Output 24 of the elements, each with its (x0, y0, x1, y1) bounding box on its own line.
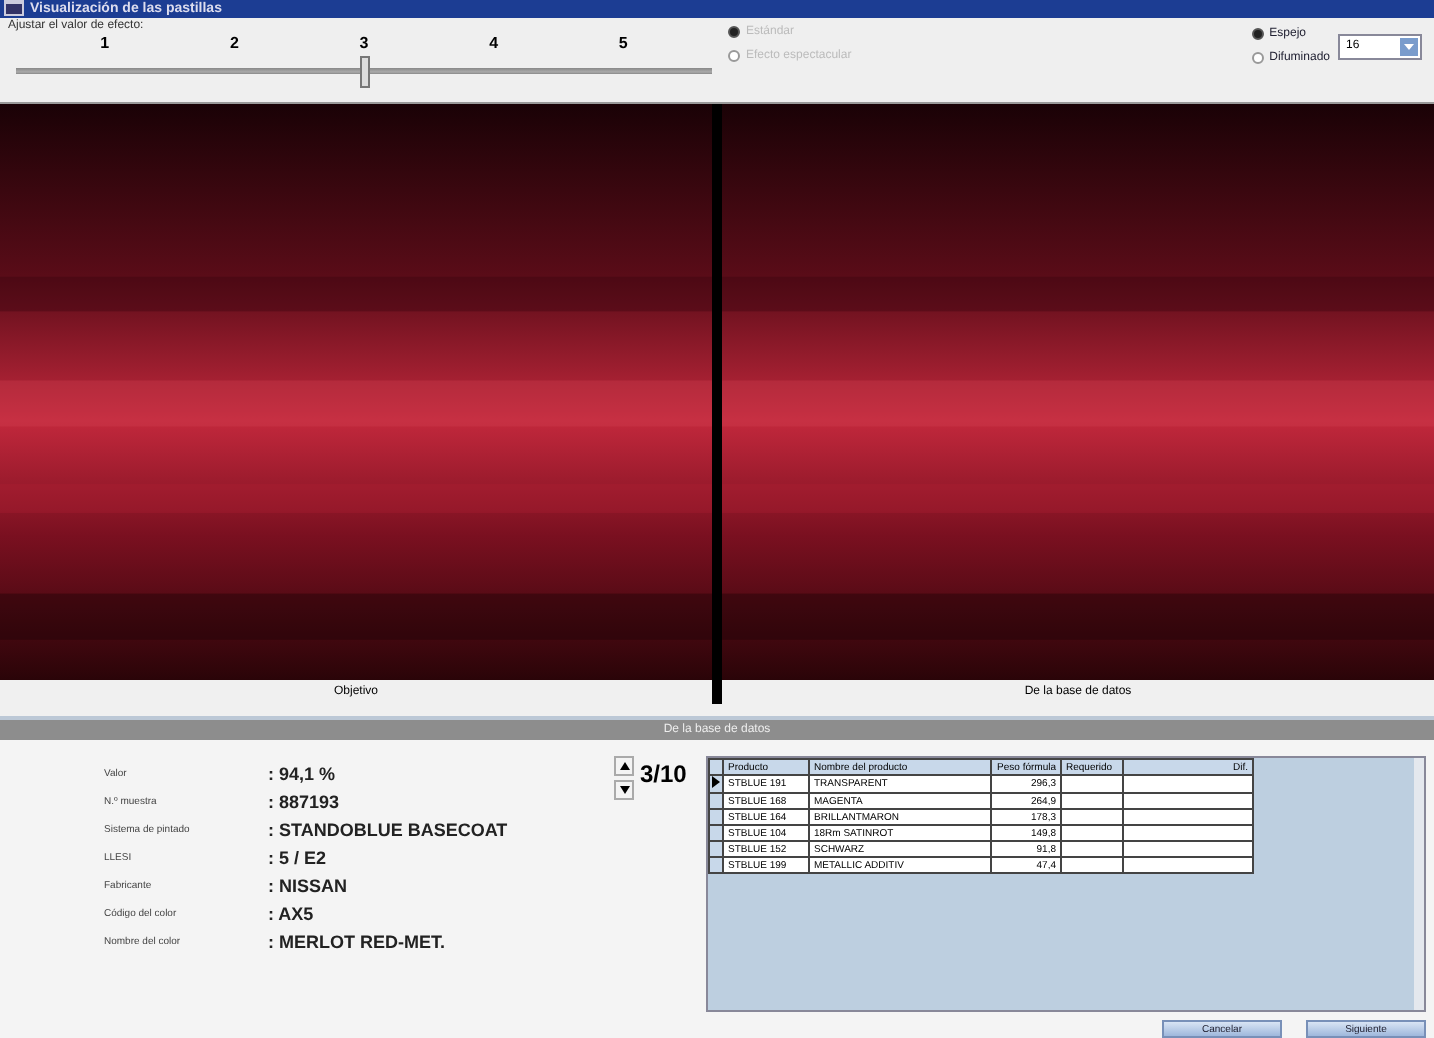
tick-label: 3 (359, 33, 369, 52)
field-value: : 94,1 % (268, 764, 336, 784)
next-button[interactable] (614, 780, 634, 800)
tick-label: 1 (100, 33, 110, 52)
field-value: : 887193 (268, 792, 340, 812)
field-value: : STANDOBLUE BASECOAT (268, 820, 508, 840)
page-counter: 3/10 (640, 760, 687, 792)
slider-thumb[interactable] (360, 55, 370, 88)
previous-button[interactable] (614, 756, 634, 776)
radio-button[interactable] (1251, 51, 1264, 64)
tick-label: 4 (489, 33, 499, 52)
tick-label: 2 (229, 33, 239, 52)
field-value: : AX5 (268, 904, 314, 924)
dropdown-icon (1400, 37, 1418, 56)
radio-button[interactable] (1251, 27, 1264, 40)
row-pointer-icon (712, 776, 720, 788)
up-icon (619, 762, 629, 770)
app-icon (4, 0, 24, 17)
field-value: : MERLOT RED-MET. (268, 932, 445, 952)
down-icon (619, 786, 629, 794)
field-value: : 5 / E2 (268, 848, 327, 868)
scrollbar[interactable] (1414, 758, 1424, 1010)
field-value: : NISSAN (268, 876, 348, 896)
tick-label: 5 (618, 33, 628, 52)
